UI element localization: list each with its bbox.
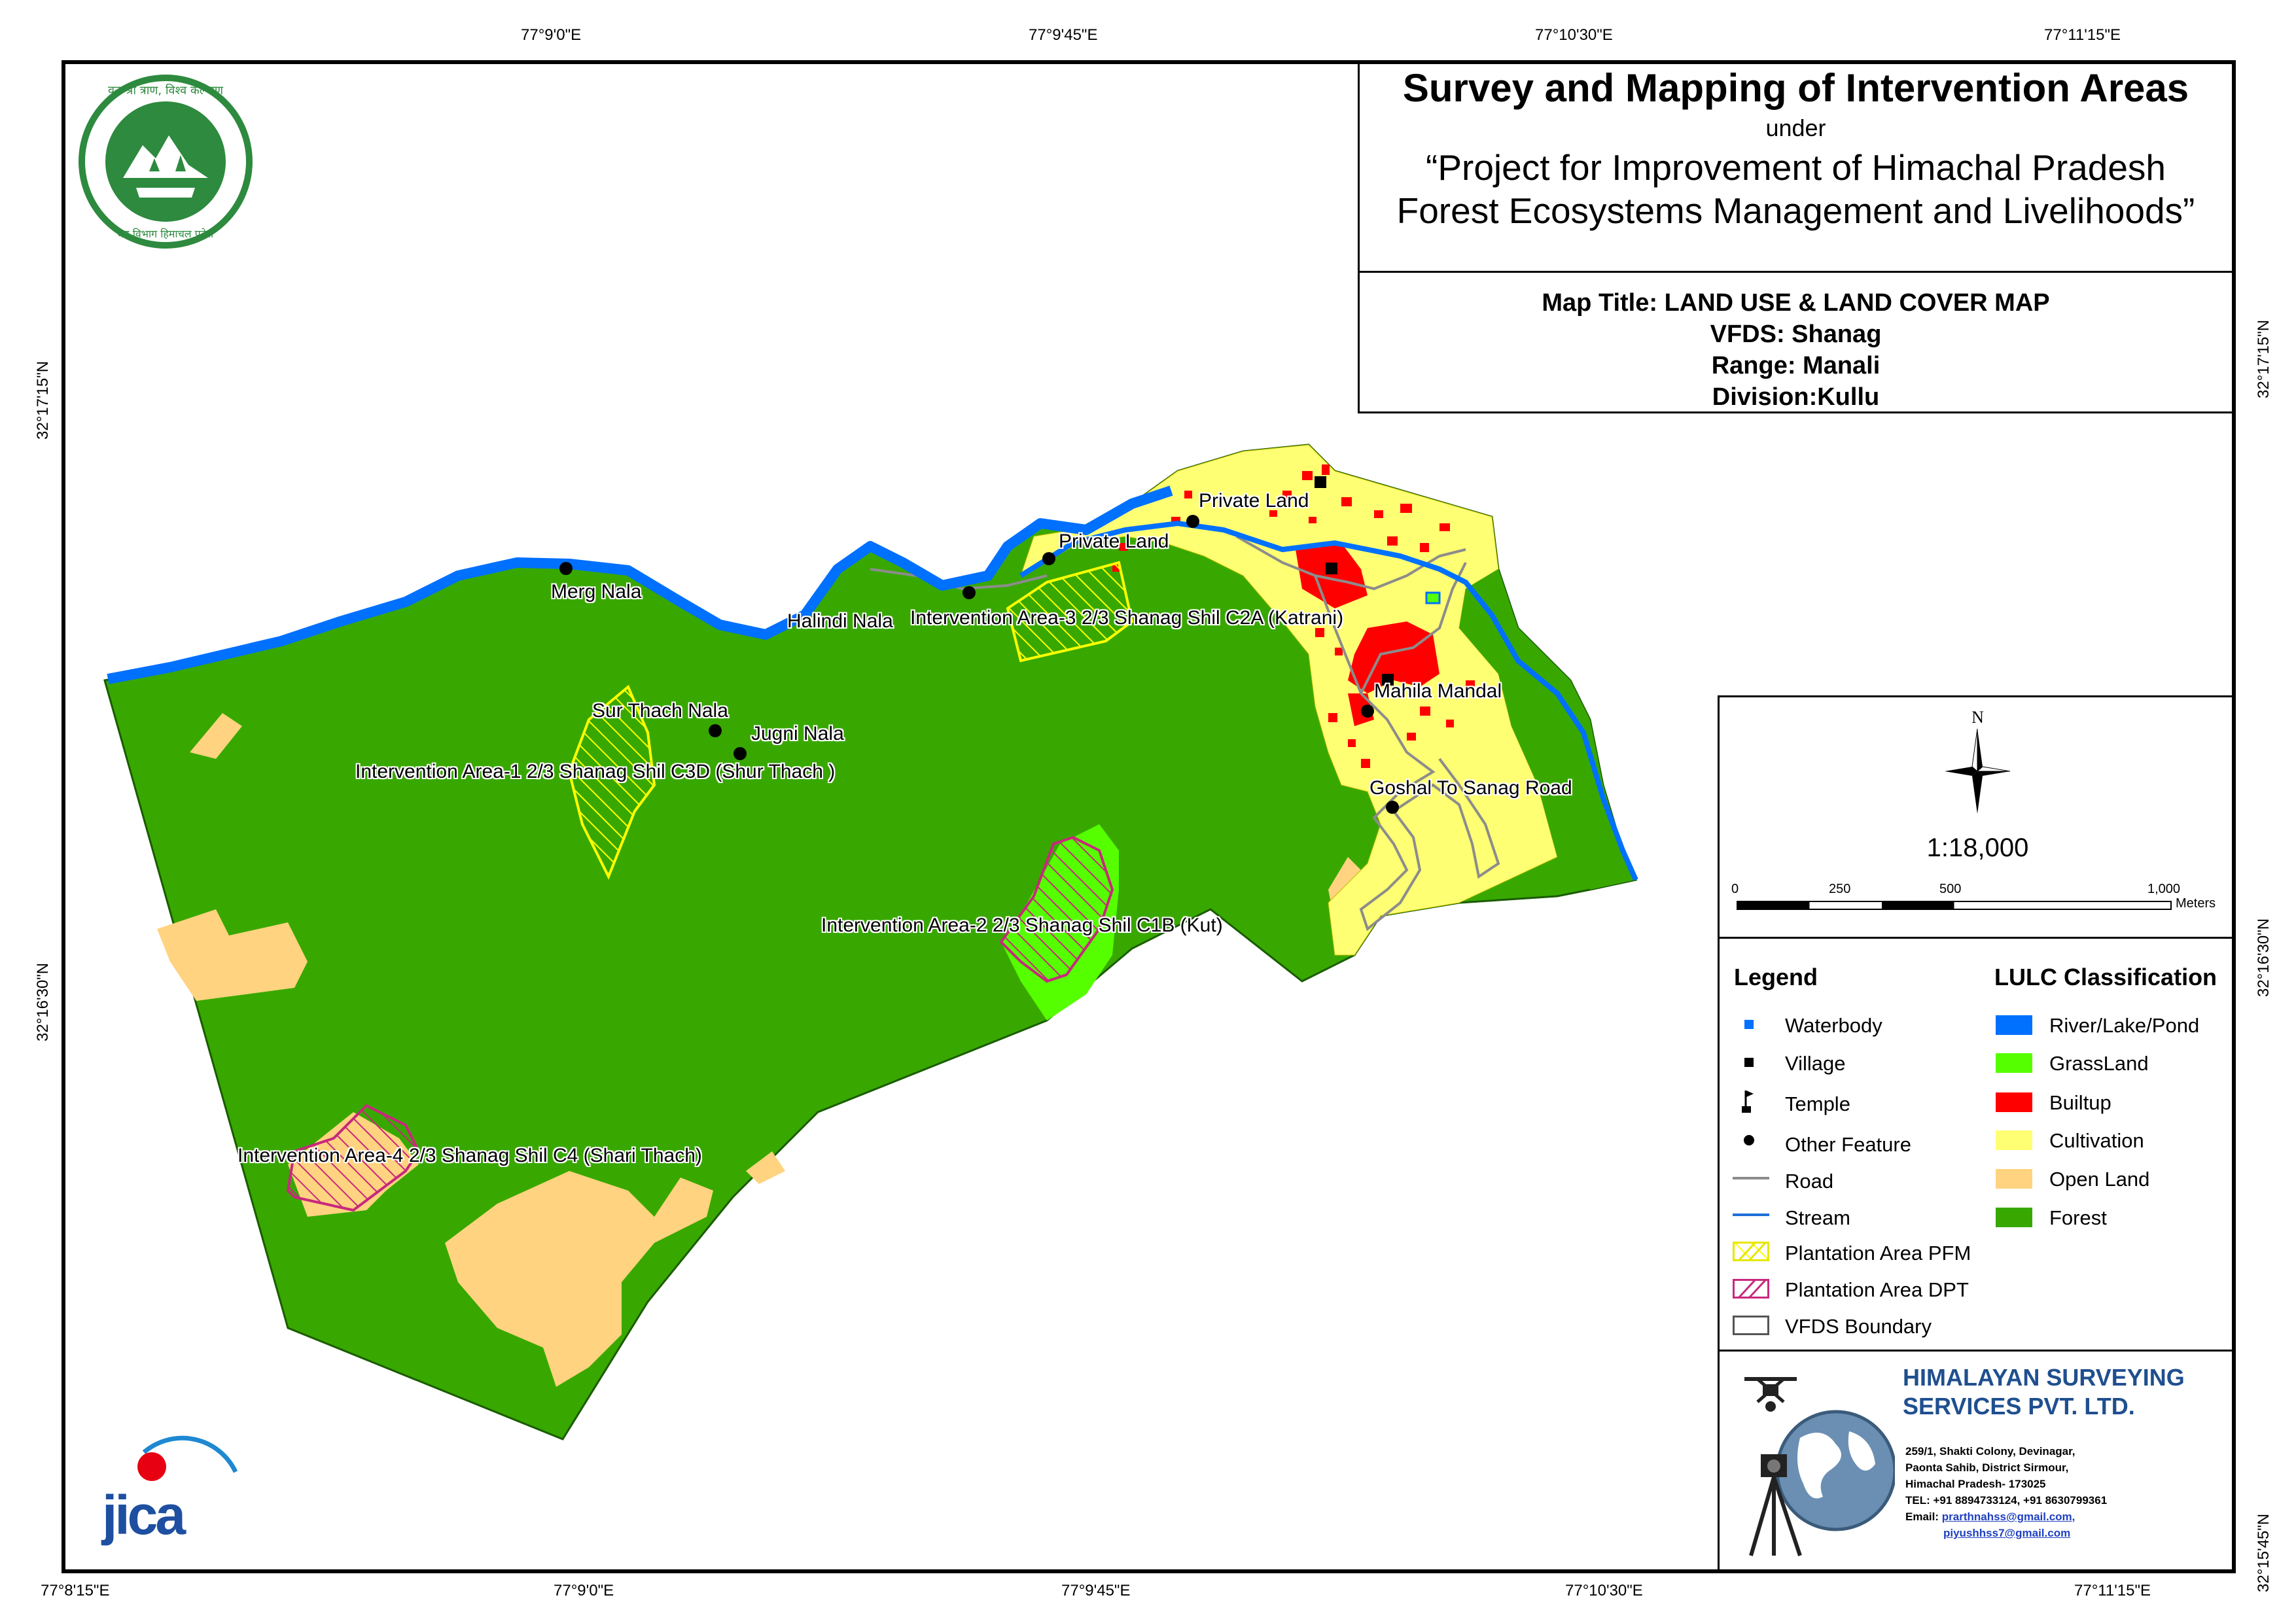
lulc-swatch-grassland xyxy=(1996,1053,2032,1073)
coord-top-3: 77°10'30"E xyxy=(1535,26,1613,44)
coord-right-1: 32°17'15"N xyxy=(2255,319,2272,398)
title-panel: Survey and Mapping of Intervention Areas… xyxy=(1358,62,2234,273)
lulc-builtup: Builtup xyxy=(2049,1091,2111,1114)
email-link-2[interactable]: piyushhss7@gmail.com xyxy=(1943,1527,2070,1539)
project-title-line2: Forest Ecosystems Management and Livelih… xyxy=(1396,190,2195,231)
label-intervention-area-4: Intervention Area-4 2/3 Shanag Shil C4 (… xyxy=(238,1145,702,1166)
scale-tick-250: 250 xyxy=(1829,882,1851,896)
main-title: Survey and Mapping of Intervention Areas xyxy=(1402,66,2189,110)
legend-plantation-dpt: Plantation Area DPT xyxy=(1785,1278,1969,1301)
company-name-line1: HIMALAYAN SURVEYING xyxy=(1903,1364,2185,1391)
division-name: Division:Kullu xyxy=(1712,383,1880,411)
company-name-line2: SERVICES PVT. LTD. xyxy=(1903,1393,2135,1420)
waterbody-icon xyxy=(1744,1020,1754,1029)
coord-bottom-3: 77°9'45"E xyxy=(1061,1582,1131,1599)
north-arrow-icon xyxy=(1945,729,2010,814)
legend-panel: Legend LULC Classification Waterbody Vil… xyxy=(1718,937,2234,1352)
email-link-1[interactable]: prarthnahss@gmail.com, xyxy=(1942,1510,2075,1523)
lulc-openland: Open Land xyxy=(2049,1168,2150,1191)
logo-bottom-text: वन विभाग हिमाचल प्रदेश xyxy=(117,228,214,240)
label-private-land-1: Private Land xyxy=(1199,490,1309,512)
logo-top-text: वन श्री त्राण, विश्व कल्याण xyxy=(107,84,224,97)
coord-bottom-2: 77°9'0"E xyxy=(554,1582,614,1599)
legend-other-feature: Other Feature xyxy=(1785,1133,1911,1156)
coord-bottom-1: 77°8'15"E xyxy=(41,1582,110,1599)
stream-icon xyxy=(1733,1213,1769,1216)
map-title: Map Title: LAND USE & LAND COVER MAP xyxy=(1542,289,2050,317)
address-line1: 259/1, Shakti Colony, Devinagar, xyxy=(1905,1445,2075,1457)
label-halindi-nala: Halindi Nala xyxy=(787,610,893,632)
scale-tick-0: 0 xyxy=(1731,882,1739,896)
address-line2: Paonta Sahib, District Sirmour, xyxy=(1905,1461,2069,1474)
jica-logo: JICA xyxy=(98,1426,249,1550)
label-merg-nala: Merg Nala xyxy=(551,581,642,602)
scale-panel: N 1:18,000 0 250 500 1,000 Meters xyxy=(1718,695,2234,939)
company-panel: HIMALAYAN SURVEYING SERVICES PVT. LTD. 2… xyxy=(1718,1350,2234,1571)
legend-temple: Temple xyxy=(1785,1092,1850,1115)
scale-bar xyxy=(1737,901,2172,910)
coord-right-3: 32°15'45"N xyxy=(2255,1513,2272,1592)
lulc-cultivation: Cultivation xyxy=(2049,1129,2144,1152)
coord-bottom-4: 77°10'30"E xyxy=(1565,1582,1643,1599)
scale-unit: Meters xyxy=(2176,896,2216,911)
lulc-forest: Forest xyxy=(2049,1206,2107,1229)
label-mahila-mandal: Mahila Mandal xyxy=(1374,680,1502,702)
address-line3: Himachal Pradesh- 173025 xyxy=(1905,1478,2046,1490)
lulc-swatch-cultivation xyxy=(1996,1130,2032,1150)
plantation-pfm-icon xyxy=(1733,1242,1769,1261)
label-intervention-area-3: Intervention Area-3 2/3 Shanag Shil C2A … xyxy=(910,607,1344,629)
other-feature-icon xyxy=(1744,1135,1754,1145)
north-label: N xyxy=(1971,708,1984,727)
lulc-swatch-builtup xyxy=(1996,1092,2032,1112)
lulc-grassland: GrassLand xyxy=(2049,1052,2149,1075)
forest-department-logo: वन श्री त्राण, विश्व कल्याण वन विभाग हिम… xyxy=(77,73,254,250)
waterbody-point xyxy=(1425,591,1441,604)
coord-top-4: 77°11'15"E xyxy=(2044,26,2121,44)
lulc-swatch-river xyxy=(1996,1015,2032,1035)
project-title-line1: “Project for Improvement of Himachal Pra… xyxy=(1426,147,2166,188)
scale-ratio: 1:18,000 xyxy=(1926,833,2029,862)
road-icon xyxy=(1733,1177,1769,1179)
temple-icon xyxy=(1742,1091,1754,1113)
drone-survey-icon xyxy=(1744,1377,1895,1556)
lulc-river: River/Lake/Pond xyxy=(2049,1014,2200,1037)
title-under: under xyxy=(1765,114,1826,141)
label-sur-thach-nala: Sur Thach Nala xyxy=(592,700,728,722)
label-goshal-road: Goshal To Sanag Road xyxy=(1369,777,1572,799)
range-name: Range: Manali xyxy=(1711,352,1881,379)
email-label: Email: xyxy=(1905,1510,1939,1523)
coord-top-1: 77°9'0"E xyxy=(521,26,582,44)
label-intervention-area-1: Intervention Area-1 2/3 Shanag Shil C3D … xyxy=(355,761,836,782)
legend-plantation-pfm: Plantation Area PFM xyxy=(1785,1242,1971,1265)
label-private-land-2: Private Land xyxy=(1059,531,1169,552)
legend-road: Road xyxy=(1785,1170,1834,1193)
jica-text: JICA xyxy=(102,1484,186,1546)
company-address: 259/1, Shakti Colony, Devinagar, Paonta … xyxy=(1905,1443,2107,1541)
coord-right-2: 32°16'30"N xyxy=(2255,918,2272,997)
scale-tick-500: 500 xyxy=(1939,882,1962,896)
legend-vfds-boundary: VFDS Boundary xyxy=(1785,1315,1932,1338)
legend-heading: Legend xyxy=(1734,964,1818,990)
vfds-boundary-icon xyxy=(1733,1316,1769,1335)
telephone: TEL: +91 8894733124, +91 8630799361 xyxy=(1905,1494,2108,1507)
label-intervention-area-2: Intervention Area-2 2/3 Shanag Shil C1B … xyxy=(821,915,1223,936)
vfds-name: VFDS: Shanag xyxy=(1710,321,1882,348)
label-jugni-nala: Jugni Nala xyxy=(751,723,844,744)
coord-left-2: 32°16'30"N xyxy=(34,962,52,1041)
lulc-swatch-forest xyxy=(1996,1208,2032,1227)
plantation-dpt-icon xyxy=(1733,1279,1769,1299)
coord-left-1: 32°17'15"N xyxy=(34,360,52,440)
village-icon xyxy=(1744,1058,1754,1067)
coord-bottom-5: 77°11'15"E xyxy=(2074,1582,2151,1599)
coord-top-2: 77°9'45"E xyxy=(1029,26,1098,44)
legend-stream: Stream xyxy=(1785,1206,1850,1229)
legend-waterbody: Waterbody xyxy=(1785,1014,1882,1037)
scale-tick-1000: 1,000 xyxy=(2147,882,2181,896)
legend-village: Village xyxy=(1785,1052,1846,1075)
lulc-swatch-openland xyxy=(1996,1169,2032,1189)
lulc-heading: LULC Classification xyxy=(1994,964,2217,990)
map-info-panel: Map Title: LAND USE & LAND COVER MAP VFD… xyxy=(1358,271,2234,413)
